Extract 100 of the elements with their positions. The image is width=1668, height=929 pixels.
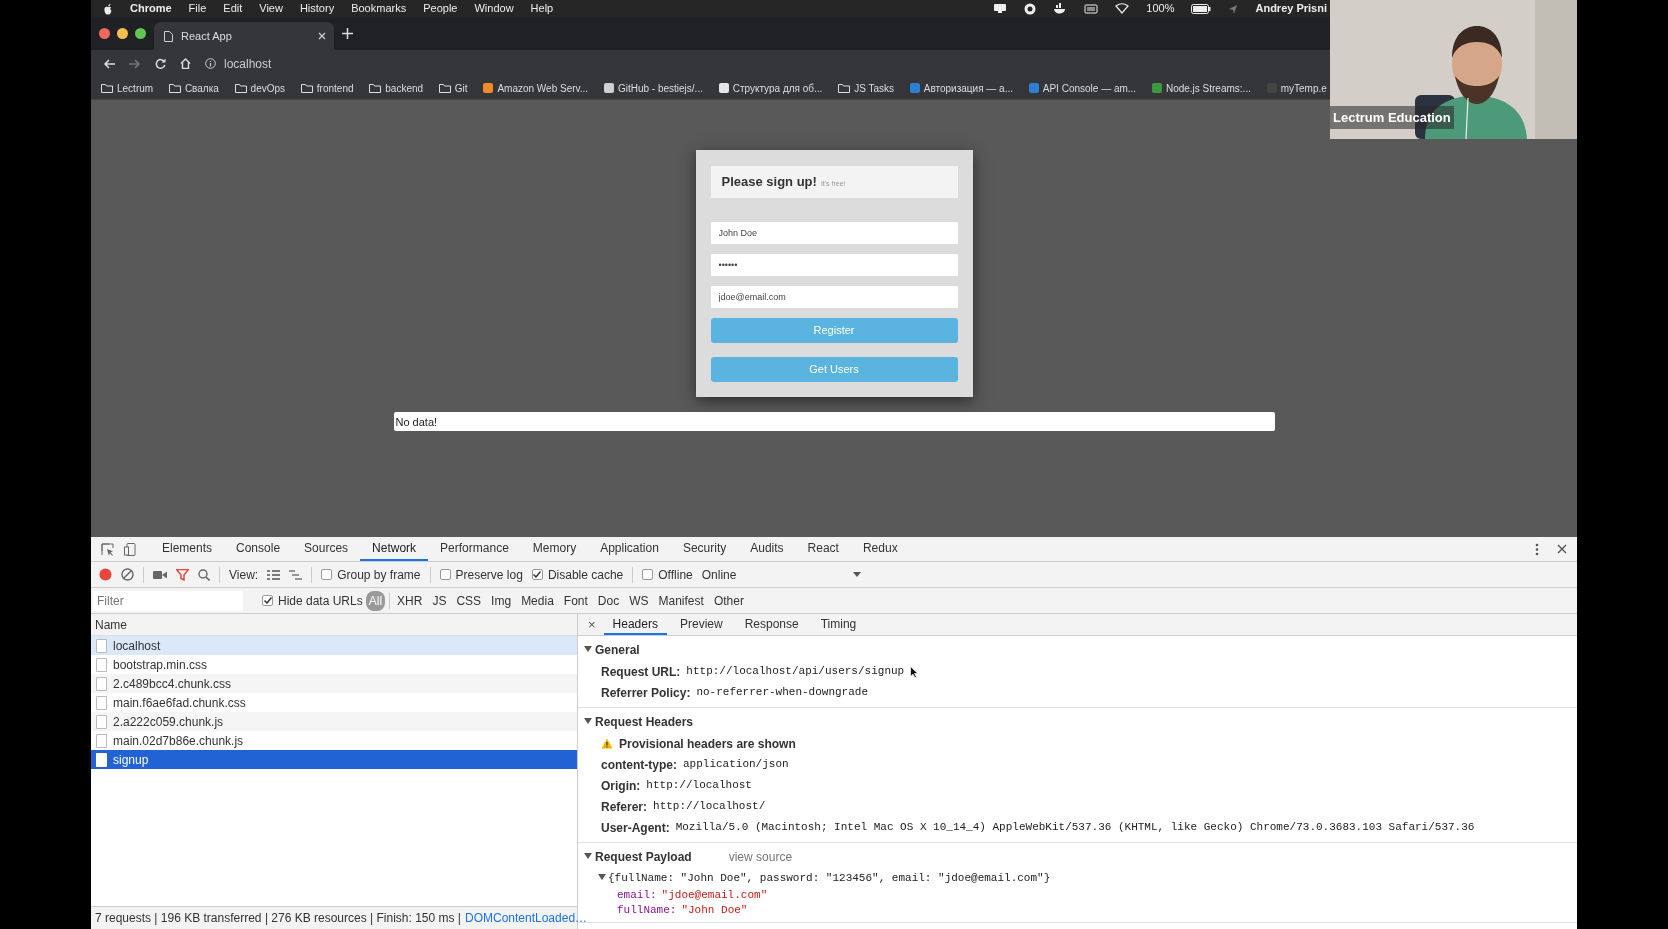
detail-tab[interactable]: Response bbox=[735, 614, 808, 635]
bookmark[interactable]: Node.js Streams:... bbox=[1151, 80, 1251, 96]
view-source-link[interactable]: view source bbox=[728, 848, 793, 866]
location-icon[interactable] bbox=[1228, 3, 1239, 14]
menu-item[interactable]: View bbox=[259, 0, 283, 17]
bookmark[interactable]: Amazon Web Serv... bbox=[483, 80, 589, 96]
devtools-tab[interactable]: Audits bbox=[738, 537, 796, 561]
close-icon[interactable] bbox=[1557, 544, 1567, 554]
caret-icon[interactable] bbox=[584, 646, 592, 654]
close-button[interactable]: × bbox=[584, 614, 600, 635]
bookmark[interactable]: GitHub - bestiejs/... bbox=[603, 80, 703, 96]
device-icon[interactable] bbox=[124, 542, 136, 556]
info-icon[interactable] bbox=[205, 58, 216, 69]
devtools-tab[interactable]: Redux bbox=[850, 537, 910, 561]
devtools-tab[interactable]: Security bbox=[670, 537, 739, 561]
request-row[interactable]: signup bbox=[91, 750, 577, 769]
caret-icon[interactable] bbox=[584, 853, 592, 861]
section-title[interactable]: General bbox=[595, 641, 640, 659]
clear-icon[interactable] bbox=[121, 568, 134, 581]
inspect-icon[interactable] bbox=[101, 542, 114, 556]
apple-icon[interactable] bbox=[103, 2, 113, 15]
detail-tab[interactable]: Preview bbox=[670, 614, 732, 635]
menu-item[interactable]: Help bbox=[530, 0, 554, 17]
bookmark[interactable]: Свалка bbox=[168, 80, 219, 96]
checkbox[interactable] bbox=[262, 595, 273, 606]
app-menu[interactable]: Chrome bbox=[130, 0, 172, 17]
type-filter[interactable]: Doc bbox=[594, 590, 623, 611]
more-icon[interactable] bbox=[1535, 542, 1539, 556]
caret-icon[interactable] bbox=[853, 572, 862, 577]
bookmark[interactable]: frontend bbox=[300, 80, 354, 96]
status-link[interactable]: DOMContentLoaded… bbox=[465, 909, 588, 927]
record-icon[interactable] bbox=[1024, 2, 1037, 15]
bookmark[interactable]: JS Tasks bbox=[838, 80, 894, 96]
bookmark[interactable]: API Console — am... bbox=[1028, 80, 1137, 96]
section-title[interactable]: Request Payload bbox=[595, 848, 692, 866]
menu-item[interactable]: Bookmarks bbox=[351, 0, 407, 17]
type-filter[interactable]: WS bbox=[626, 590, 652, 611]
detail-tab[interactable]: Headers bbox=[603, 614, 667, 635]
display-icon[interactable] bbox=[993, 3, 1008, 14]
devtools-tab[interactable]: Elements bbox=[150, 537, 225, 561]
type-filter[interactable]: JS bbox=[429, 590, 450, 611]
section-title[interactable]: Request Headers bbox=[595, 713, 694, 731]
menu-item[interactable]: Edit bbox=[223, 0, 243, 17]
back-icon[interactable] bbox=[103, 58, 115, 69]
wifi-icon[interactable] bbox=[1115, 3, 1130, 14]
search-icon[interactable] bbox=[198, 568, 210, 581]
address-field[interactable]: localhost bbox=[224, 54, 272, 73]
type-filter[interactable]: CSS bbox=[453, 590, 485, 611]
new-tab-icon[interactable] bbox=[342, 28, 353, 39]
menu-item[interactable]: Window bbox=[474, 0, 514, 17]
reload-icon[interactable] bbox=[155, 58, 166, 69]
throttling-select[interactable]: Online bbox=[701, 565, 737, 584]
filter-icon[interactable] bbox=[176, 568, 189, 581]
request-row[interactable]: main.02d7b86e.chunk.js bbox=[91, 731, 577, 750]
checkbox[interactable] bbox=[531, 569, 543, 580]
checkbox[interactable] bbox=[321, 569, 333, 580]
list-view-icon[interactable] bbox=[267, 569, 281, 580]
type-filter[interactable]: Font bbox=[560, 590, 591, 611]
keyboard-icon[interactable] bbox=[1084, 3, 1099, 14]
devtools-tab[interactable]: Sources bbox=[292, 537, 361, 561]
minimize-button[interactable] bbox=[117, 28, 128, 39]
bookmark[interactable]: backend bbox=[369, 80, 424, 96]
menu-item[interactable]: File bbox=[188, 0, 207, 17]
input-field[interactable]: •••••• bbox=[710, 253, 958, 276]
detail-tab[interactable]: Timing bbox=[811, 614, 866, 635]
camera-icon[interactable] bbox=[153, 569, 167, 580]
close-button[interactable] bbox=[99, 28, 110, 39]
caret-icon[interactable] bbox=[598, 874, 606, 882]
forward-icon[interactable] bbox=[129, 58, 141, 69]
user-name[interactable]: Andrey Prisni bbox=[1255, 0, 1327, 17]
request-row[interactable]: main.f6ae6fad.chunk.css bbox=[91, 693, 577, 712]
checkbox[interactable] bbox=[642, 569, 654, 580]
bookmark[interactable]: Авторизация — а... bbox=[909, 80, 1014, 96]
bookmark[interactable]: Lectrum bbox=[101, 80, 154, 96]
record-button[interactable] bbox=[99, 568, 112, 581]
request-row[interactable]: 2.a222c059.chunk.js bbox=[91, 712, 577, 731]
request-row[interactable]: bootstrap.min.css bbox=[91, 655, 577, 674]
input-field[interactable]: jdoe@email.com bbox=[710, 285, 958, 308]
devtools-tab[interactable]: Performance bbox=[428, 537, 521, 561]
caret-icon[interactable] bbox=[584, 718, 592, 726]
browser-tab[interactable]: React App bbox=[154, 22, 334, 50]
devtools-tab[interactable]: Application bbox=[588, 537, 671, 561]
bookmark[interactable]: myTemp.e bbox=[1266, 80, 1327, 96]
bookmark[interactable]: Структура для об... bbox=[718, 80, 823, 96]
type-filter[interactable]: XHR bbox=[394, 590, 426, 611]
checkbox[interactable] bbox=[439, 569, 451, 580]
menu-item[interactable]: History bbox=[299, 0, 335, 17]
type-filter[interactable]: Other bbox=[710, 590, 747, 611]
type-filter[interactable]: Manifest bbox=[655, 590, 707, 611]
waterfall-view-icon[interactable] bbox=[289, 569, 303, 580]
input-field[interactable]: John Doe bbox=[710, 221, 958, 244]
filter-field[interactable]: Filter bbox=[93, 590, 243, 611]
maximize-button[interactable] bbox=[135, 28, 146, 39]
request-row[interactable]: localhost bbox=[91, 636, 577, 655]
devtools-tab[interactable]: React bbox=[795, 537, 851, 561]
request-row[interactable]: 2.c489bcc4.chunk.css bbox=[91, 674, 577, 693]
whale-icon[interactable] bbox=[1053, 3, 1068, 14]
devtools-tab[interactable]: Memory bbox=[520, 537, 589, 561]
type-filter[interactable]: Media bbox=[518, 590, 557, 611]
home-icon[interactable] bbox=[180, 58, 191, 69]
